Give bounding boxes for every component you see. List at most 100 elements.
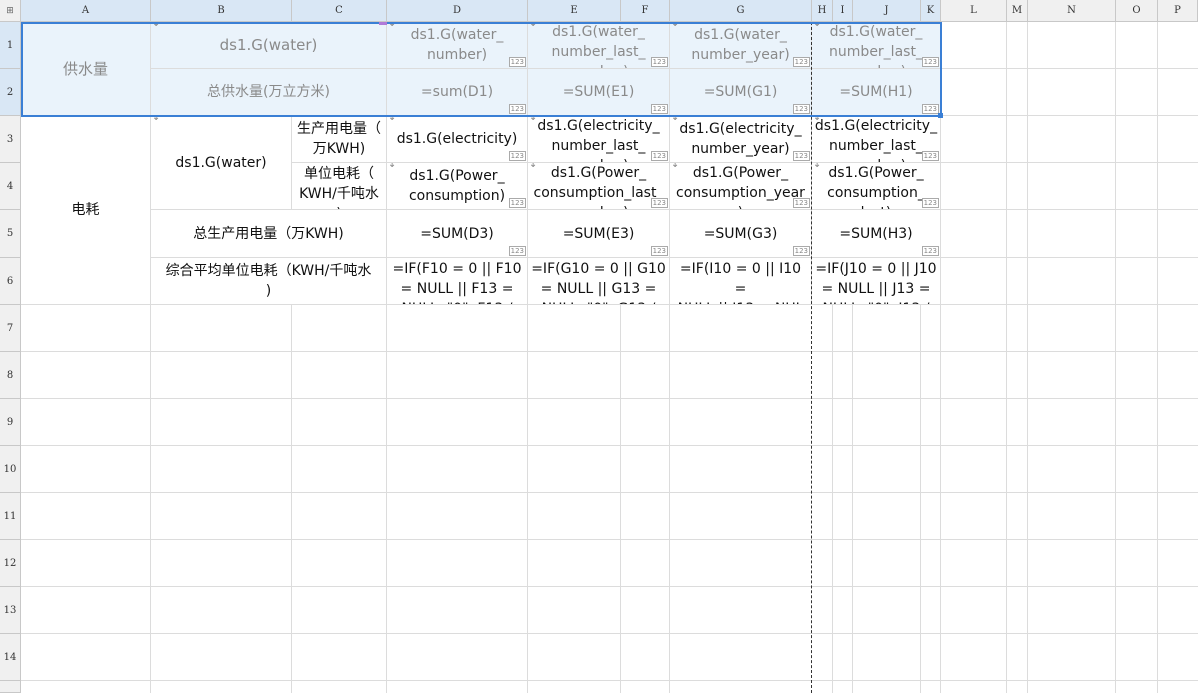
cell-e3-f3[interactable]: ↓ ds1.G(electricity_ number_last_ number…	[528, 116, 670, 163]
row-header-5[interactable]: 5	[0, 210, 21, 258]
cell-e1-text: ds1.G(water_ number_last_ number)	[551, 24, 646, 68]
expand-marker: ↓	[671, 116, 680, 123]
expand-marker: ↓	[529, 116, 538, 123]
cell-b1-c1[interactable]: ↓ ds1.G(water)	[151, 22, 387, 69]
cell-b3-b4[interactable]: ↓ ds1.G(water)	[151, 116, 292, 210]
expand-marker: ↓	[529, 163, 538, 170]
row-header-6[interactable]: 6	[0, 258, 21, 305]
col-header-k[interactable]: K	[921, 0, 941, 22]
col-header-n[interactable]: N	[1028, 0, 1116, 22]
cell-h2-k2[interactable]: =SUM(H1) 123	[812, 69, 941, 116]
cell-e2-text: =SUM(E1)	[562, 84, 635, 100]
row-header-9[interactable]: 9	[0, 399, 21, 446]
cell-a1-a2[interactable]: 供水量	[21, 22, 151, 116]
cell-a3-a6[interactable]: 电耗	[21, 116, 151, 305]
number-format-badge: 123	[792, 57, 810, 67]
cell-g6[interactable]: =IF(I10 = 0 || I10 = NULL || I13 = NUL L…	[670, 258, 812, 305]
row-header-1[interactable]: 1	[0, 22, 21, 69]
col-header-i[interactable]: I	[833, 0, 853, 22]
cell-h1-k1[interactable]: ↓ ds1.G(water_ number_last_ number) 123	[812, 22, 941, 69]
col-header-o[interactable]: O	[1116, 0, 1158, 22]
row-header-13[interactable]: 13	[0, 587, 21, 634]
cell-b5-c5[interactable]: 总生产用电量（万KWH)	[151, 210, 387, 258]
cell-h5-text: =SUM(H3)	[839, 225, 913, 242]
number-format-badge: 123	[650, 198, 668, 208]
cell-d1[interactable]: ↓ ds1.G(water_ number) 123	[387, 22, 528, 69]
expand-marker: ↓	[813, 163, 822, 170]
cell-g1-text: ds1.G(water_ number_year)	[691, 27, 790, 63]
cell-e5-f5[interactable]: =SUM(E3) 123	[528, 210, 670, 258]
number-format-badge: 123	[650, 246, 668, 256]
cell-g2[interactable]: =SUM(G1) 123	[670, 69, 812, 116]
col-header-f[interactable]: F	[621, 0, 670, 22]
cell-g5-text: =SUM(G3)	[703, 225, 778, 242]
cell-e2-f2[interactable]: =SUM(E1) 123	[528, 69, 670, 116]
cell-g3[interactable]: ↓ ds1.G(electricity_ number_year) 123	[670, 116, 812, 163]
cell-c4[interactable]: 单位电耗（ KWH/千吨水 )	[292, 163, 387, 210]
cell-h2-text: =SUM(H1)	[839, 84, 913, 100]
number-format-badge: 123	[650, 151, 668, 161]
cell-d3[interactable]: ↓ ds1.G(electricity) 123	[387, 116, 528, 163]
row-header-11[interactable]: 11	[0, 493, 21, 540]
number-format-badge: 123	[508, 246, 526, 256]
fill-handle[interactable]	[938, 113, 943, 118]
col-header-p[interactable]: P	[1158, 0, 1198, 22]
cell-d1-text: ds1.G(water_ number)	[410, 27, 504, 63]
row-header-2[interactable]: 2	[0, 69, 21, 116]
cell-d2[interactable]: =sum(D1) 123	[387, 69, 528, 116]
cell-g5[interactable]: =SUM(G3) 123	[670, 210, 812, 258]
col-header-l[interactable]: L	[941, 0, 1007, 22]
expand-marker: ↓	[671, 163, 680, 170]
col-header-e[interactable]: E	[528, 0, 621, 22]
number-format-badge: 123	[921, 151, 939, 161]
cell-d6[interactable]: =IF(F10 = 0 || F10 = NULL || F13 = NULL,…	[387, 258, 528, 305]
number-format-badge: 123	[921, 198, 939, 208]
cell-g3-text: ds1.G(electricity_ number_year)	[679, 121, 802, 157]
row-header-4[interactable]: 4	[0, 163, 21, 210]
col-header-b[interactable]: B	[151, 0, 292, 22]
col-header-j[interactable]: J	[853, 0, 921, 22]
col-header-c[interactable]: C	[292, 0, 387, 22]
cell-e6-f6[interactable]: =IF(G10 = 0 || G10 = NULL || G13 = NULL,…	[528, 258, 670, 305]
cell-g4-text: ds1.G(Power_ consumption_year )	[676, 165, 805, 209]
col-header-d[interactable]: D	[387, 0, 528, 22]
col-header-h[interactable]: H	[812, 0, 833, 22]
cell-g2-text: =SUM(G1)	[703, 84, 778, 100]
expand-marker: ↓	[813, 22, 822, 29]
cell-d5[interactable]: =SUM(D3) 123	[387, 210, 528, 258]
cell-e4-f4[interactable]: ↓ ds1.G(Power_ consumption_last_ number)…	[528, 163, 670, 210]
cell-e4-text: ds1.G(Power_ consumption_last_ number)	[533, 165, 664, 209]
cell-g1[interactable]: ↓ ds1.G(water_ number_year) 123	[670, 22, 812, 69]
cell-d5-text: =SUM(D3)	[420, 225, 494, 242]
number-format-badge: 123	[921, 57, 939, 67]
row-header-15[interactable]	[0, 681, 21, 693]
cell-c3[interactable]: 生产用电量（ 万KWH)	[292, 116, 387, 163]
row-header-12[interactable]: 12	[0, 540, 21, 587]
row-header-8[interactable]: 8	[0, 352, 21, 399]
cell-h6-k6[interactable]: =IF(J10 = 0 || J10 = NULL || J13 = NULL,…	[812, 258, 941, 305]
row-header-3[interactable]: 3	[0, 116, 21, 163]
cell-h3-k3[interactable]: ↓ ds1.G(electricity_ number_last_ number…	[812, 116, 941, 163]
expand-marker: ↓	[388, 22, 397, 29]
row-header-14[interactable]: 14	[0, 634, 21, 681]
cell-h1-text: ds1.G(water_ number_last_ number)	[829, 24, 923, 68]
cell-h4-k4[interactable]: ↓ ds1.G(Power_ consumption_ last) 123	[812, 163, 941, 210]
number-format-badge: 123	[792, 104, 810, 114]
cell-b2-c2[interactable]: 总供水量(万立方米)	[151, 69, 387, 116]
col-header-g[interactable]: G	[670, 0, 812, 22]
cell-b6-c6[interactable]: 综合平均单位电耗（KWH/千吨水 )	[151, 258, 387, 305]
cell-d4[interactable]: ↓ ds1.G(Power_ consumption) 123	[387, 163, 528, 210]
number-format-badge: 123	[508, 57, 526, 67]
row-header-10[interactable]: 10	[0, 446, 21, 493]
cell-d2-text: =sum(D1)	[420, 84, 494, 100]
col-header-a[interactable]: A	[21, 0, 151, 22]
row-header-7[interactable]: 7	[0, 305, 21, 352]
number-format-badge: 123	[921, 246, 939, 256]
col-header-m[interactable]: M	[1007, 0, 1028, 22]
cell-e1-f1[interactable]: ↓ ds1.G(water_ number_last_ number) 123	[528, 22, 670, 69]
select-all-corner[interactable]: ⊞	[0, 0, 21, 22]
cell-h5-k5[interactable]: =SUM(H3) 123	[812, 210, 941, 258]
spreadsheet-grid[interactable]: 供水量 ↓ ds1.G(water) ↓ ds1.G(water_ number…	[21, 22, 1198, 693]
cell-g4[interactable]: ↓ ds1.G(Power_ consumption_year ) 123	[670, 163, 812, 210]
expand-marker: ↓	[152, 22, 161, 29]
